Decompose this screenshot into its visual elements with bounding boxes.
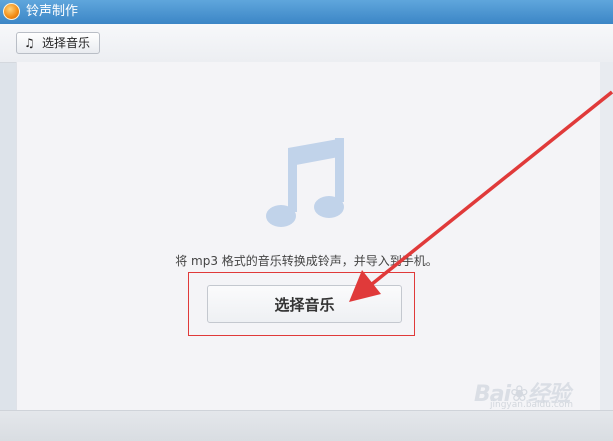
right-strip: [600, 62, 613, 410]
description-text: 将 mp3 格式的音乐转换成铃声，并导入到手机。: [175, 254, 438, 268]
select-music-button[interactable]: 选择音乐: [207, 285, 402, 323]
status-bar: [0, 410, 613, 441]
watermark-site: jingyan.baidu.com: [490, 400, 574, 410]
toolbar: ♫ 选择音乐: [0, 24, 613, 63]
app-logo-icon: [3, 3, 20, 20]
toolbar-select-music-button[interactable]: ♫ 选择音乐: [16, 32, 100, 54]
toolbar-select-music-label: 选择音乐: [42, 36, 91, 50]
main-panel: [16, 62, 602, 410]
title-bar: 铃声制作: [0, 0, 613, 24]
window-title: 铃声制作: [26, 4, 79, 19]
watermark: Bai❀经验 jingyan.baidu.com: [470, 372, 610, 412]
music-note-add-icon: ♫: [24, 36, 35, 50]
music-note-icon: [266, 138, 344, 227]
